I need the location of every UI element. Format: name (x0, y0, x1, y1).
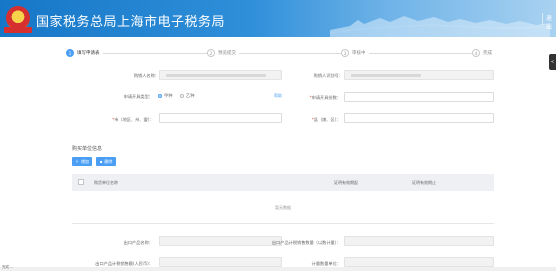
unit-field[interactable] (344, 257, 494, 267)
buyer-id-label: 购销人识别号： (313, 73, 343, 78)
delete-button[interactable]: ▪ 删除 (96, 157, 116, 166)
step-4-label: 完成 (483, 51, 492, 56)
apply-type-option-b: 乙种 (186, 93, 195, 98)
apply-type-label: 申请开具类型： (123, 94, 153, 99)
buyer-name-field[interactable] (159, 70, 282, 80)
redacted-text (166, 74, 266, 77)
province-input[interactable] (159, 113, 282, 123)
help-link[interactable]: 帮助 (274, 93, 282, 99)
horizontal-scrollbar[interactable] (0, 267, 556, 271)
step-1-number: 1 (66, 49, 74, 57)
empty-state-text: 暂无数据 (275, 205, 291, 210)
step-2-number: 2 (207, 49, 215, 57)
province-label: *市（地区、州、盟）： (112, 117, 154, 122)
step-3-label: 审核中 (352, 51, 366, 56)
buyer-name-label: 购销人名称： (133, 73, 159, 78)
table-body: 暂无数据 (72, 191, 494, 224)
county-label: *县（旗、区）： (311, 117, 341, 122)
apply-type-radio-a[interactable]: 甲种 (158, 93, 172, 99)
status-bar-text: 完成 ... (2, 265, 14, 269)
radio-selected-icon (158, 94, 162, 98)
section-title: 购买单位信息 (72, 146, 103, 152)
table-header: 购货单位名称 证明有效期起 证明有效期止 (72, 174, 494, 191)
trash-icon: ▪ (99, 159, 103, 164)
step-1: 1 填写申请表 (66, 49, 103, 57)
county-input[interactable] (344, 113, 494, 123)
amount-field[interactable] (159, 257, 282, 267)
th-valid-from: 证明有效期起 (334, 180, 358, 185)
side-collapse-tab[interactable]: < (549, 54, 556, 70)
apply-count-input[interactable] (344, 92, 494, 102)
step-3: 3 审核中 (341, 49, 369, 57)
buyer-id-field[interactable] (344, 70, 494, 80)
th-buyer-name: 购货单位名称 (94, 180, 118, 185)
step-3-number: 3 (341, 49, 349, 57)
step-4-number: 4 (472, 49, 480, 57)
product-name-label: 出口产品名称： (123, 240, 153, 245)
app-title: 国家税务总局上海市电子税务局 (36, 15, 226, 30)
quantity-label: 出口产品计税销售数量（以数计量）： (271, 240, 341, 245)
steps-progress-line (72, 53, 487, 54)
exit-button[interactable]: 退出 (542, 13, 556, 31)
great-wall-banner-image (330, 16, 550, 37)
select-all-checkbox[interactable] (78, 179, 84, 185)
step-1-label: 填写申请表 (77, 51, 100, 56)
radio-empty-icon (180, 94, 184, 98)
quantity-field[interactable] (344, 236, 494, 246)
redacted-text (351, 74, 421, 77)
step-2-label: 预览提交 (218, 51, 236, 56)
step-2: 2 预览提交 (207, 49, 239, 57)
apply-type-radio-b[interactable]: 乙种 (180, 93, 194, 99)
apply-count-label: *申请开具份数： (309, 95, 341, 100)
add-button[interactable]: ＋增加 (72, 157, 92, 166)
emblem-ribbon (4, 27, 32, 33)
th-valid-to: 证明有效期止 (412, 180, 436, 185)
apply-type-option-a: 甲种 (164, 93, 173, 98)
app-header: 国家税务总局上海市电子税务局 退出 (0, 0, 556, 37)
step-4: 4 完成 (472, 49, 495, 57)
plus-icon: ＋ (75, 158, 79, 164)
product-name-field[interactable] (159, 236, 282, 246)
